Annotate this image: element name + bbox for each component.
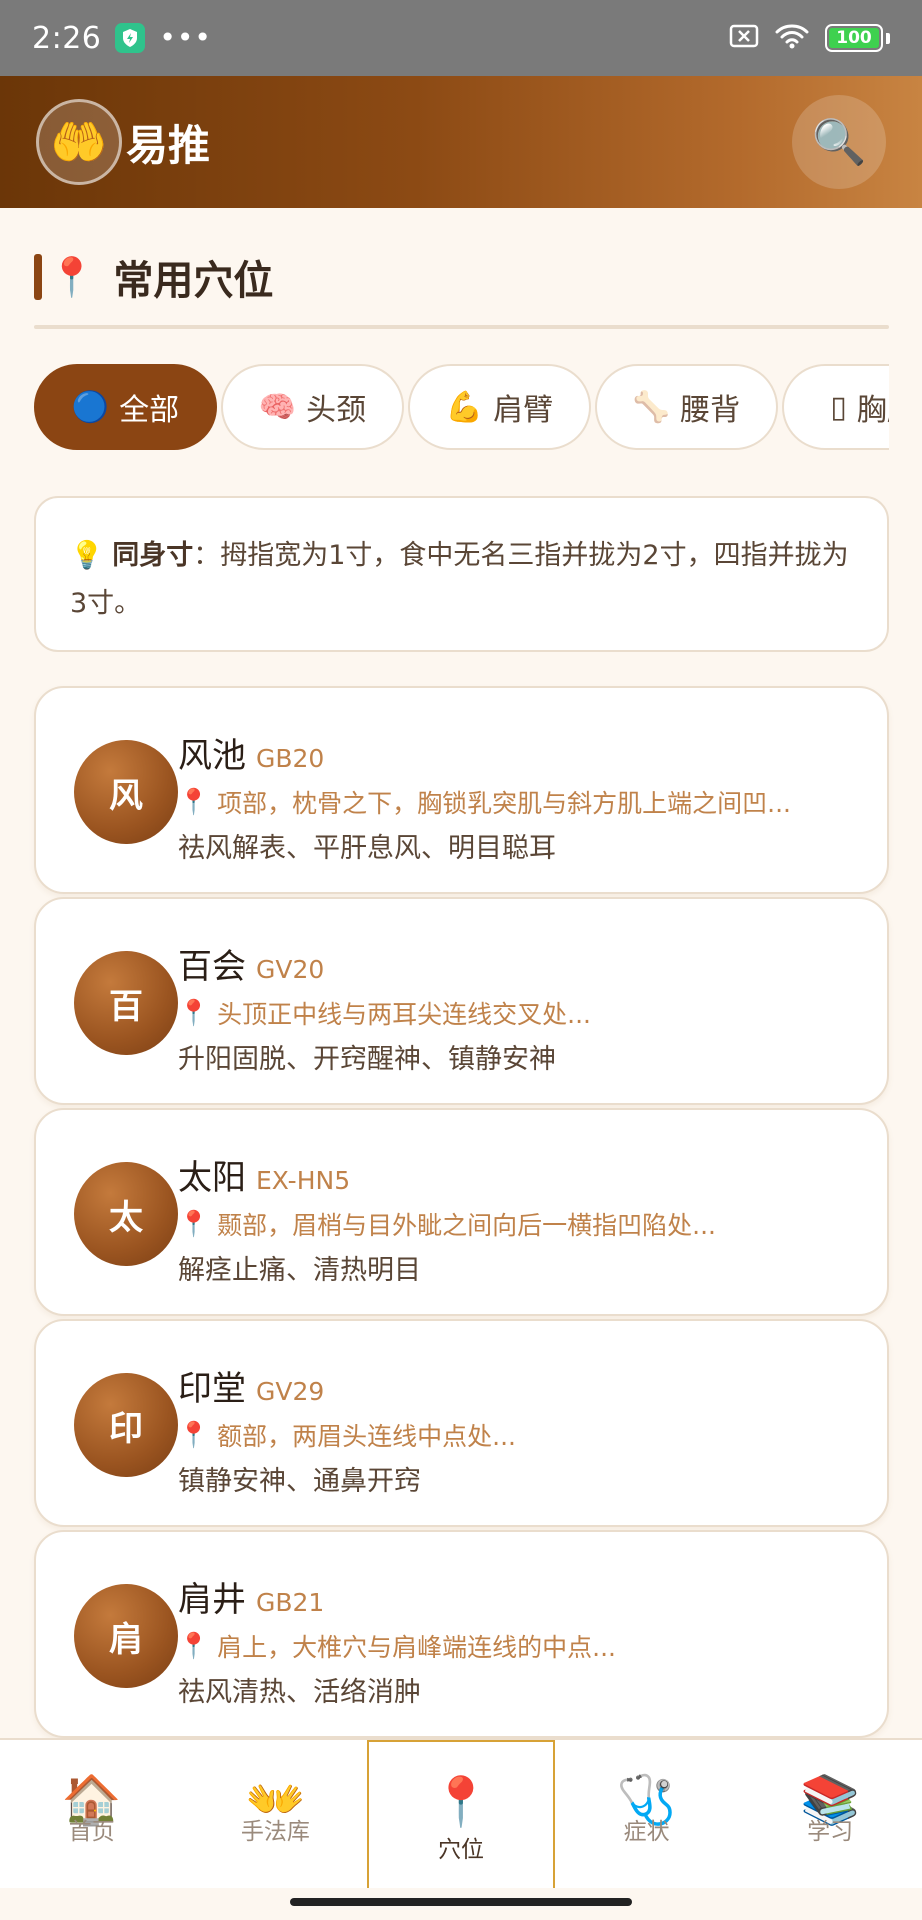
bone-icon: 🦴 [632, 389, 671, 425]
acupoint-avatar: 印 [74, 1373, 178, 1477]
flexed-arm-icon: 💪 [445, 389, 484, 425]
acupoint-card-yintang[interactable]: 印 印堂 GV29 📍 额部，两眉头连线中点处... 镇静安神、通鼻开窍 [34, 1319, 889, 1527]
category-chip-shoulder-arm[interactable]: 💪 肩臂 [408, 364, 591, 450]
acupoint-name: 肩井 [178, 1580, 246, 1620]
acupoint-effect: 祛风解表、平肝息风、明目聪耳 [178, 833, 556, 864]
acupoint-card-baihui[interactable]: 百 百会 GV20 📍 头顶正中线与两耳尖连线交叉处... 升阳固脱、开窍醒神、… [34, 897, 889, 1105]
nav-item-symptoms[interactable]: 🩺 症状 [555, 1740, 739, 1888]
nav-item-home[interactable]: 🏠 首页 [0, 1740, 184, 1888]
acupoint-card-taiyang[interactable]: 太 太阳 EX-HN5 📍 颞部，眉梢与目外眦之间向后一横指凹陷处... 解痉止… [34, 1108, 889, 1316]
search-button[interactable]: 🔍 [792, 95, 886, 189]
category-filter: 🔵 全部 🧠 头颈 💪 肩臂 🦴 腰背 ▯ 胸腹 [34, 364, 889, 450]
chip-label: 肩臂 [493, 393, 554, 428]
acupoint-location: 额部，两眉头连线中点处... [217, 1422, 516, 1451]
section-accent-bar [34, 254, 42, 300]
acupoint-location: 项部，枕骨之下，胸锁乳突肌与斜方肌上端之间凹... [217, 789, 791, 818]
nav-label: 首页 [68, 1819, 115, 1845]
bottom-nav: 🏠 首页 👐 手法库 📍 穴位 🩺 症状 📚 学习 [0, 1738, 922, 1888]
section-header: 📍 常用穴位 [34, 248, 273, 306]
acupoint-name: 百会 [178, 947, 246, 987]
acupoint-effect: 升阳固脱、开窍醒神、镇静安神 [178, 1044, 556, 1075]
pin-icon: 📍 [178, 998, 210, 1027]
nav-label: 手法库 [240, 1819, 310, 1845]
notification-dots: ••• [159, 21, 212, 54]
pin-icon: 📍 [431, 1774, 491, 1830]
nav-item-acupoints[interactable]: 📍 穴位 [367, 1740, 555, 1888]
nav-label: 症状 [623, 1819, 670, 1845]
home-indicator[interactable] [290, 1898, 632, 1906]
chip-label: 全部 [119, 393, 180, 428]
nav-item-techniques[interactable]: 👐 手法库 [184, 1740, 368, 1888]
battery-icon: 100 [825, 24, 883, 52]
shield-app-icon [115, 23, 146, 53]
acupoint-avatar: 肩 [74, 1584, 178, 1688]
app-logo-hands-icon: 🤲 [36, 99, 122, 185]
acupoint-effect: 镇静安神、通鼻开窍 [178, 1466, 421, 1497]
acupoint-avatar: 风 [74, 740, 178, 844]
category-chip-head-neck[interactable]: 🧠 头颈 [221, 364, 404, 450]
acupoint-avatar: 百 [74, 951, 178, 1055]
status-time: 2:26 [32, 20, 102, 56]
acupoint-effect: 祛风清热、活络消肿 [178, 1677, 421, 1708]
chip-label: 头颈 [306, 393, 367, 428]
acupoint-card-jianjing[interactable]: 肩 肩井 GB21 📍 肩上，大椎穴与肩峰端连线的中点... 祛风清热、活络消肿 [34, 1530, 889, 1738]
acupoint-code: GV29 [256, 1377, 325, 1406]
pin-icon: 📍 [178, 1631, 210, 1660]
acupoint-avatar: 太 [74, 1162, 178, 1266]
pin-icon: 📍 [178, 1420, 210, 1449]
nav-label: 学习 [807, 1819, 854, 1845]
status-bar: 2:26 ••• 100 [0, 0, 922, 76]
acupoint-code: GB20 [256, 744, 325, 773]
tip-term: 同身寸 [112, 540, 194, 571]
nav-label: 穴位 [437, 1837, 484, 1863]
app-title: 易推 [126, 120, 211, 170]
acupoint-card-fengchi[interactable]: 风 风池 GB20 📍 项部，枕骨之下，胸锁乳突肌与斜方肌上端之间凹... 祛风… [34, 686, 889, 894]
nav-item-learn[interactable]: 📚 学习 [738, 1740, 922, 1888]
pin-icon: 📍 [48, 254, 96, 299]
pin-icon: 📍 [178, 787, 210, 816]
acupoint-name: 太阳 [178, 1158, 246, 1198]
pin-icon: 📍 [178, 1209, 210, 1238]
tip-card: 💡 同身寸：拇指宽为1寸，食中无名三指并拢为2寸，四指并拢为3寸。 [34, 496, 889, 652]
blue-circle-icon: 🔵 [71, 389, 110, 425]
chip-label: 腰背 [680, 393, 741, 428]
brain-icon: 🧠 [258, 389, 297, 425]
chip-label: 胸腹 [856, 393, 889, 428]
acupoint-code: EX-HN5 [256, 1166, 351, 1195]
wifi-icon [775, 23, 809, 53]
category-chip-all[interactable]: 🔵 全部 [34, 364, 217, 450]
category-chip-waist-back[interactable]: 🦴 腰背 [595, 364, 778, 450]
missing-glyph-icon: ▯ [830, 389, 847, 425]
search-icon: 🔍 [811, 117, 867, 168]
acupoint-code: GV20 [256, 955, 325, 984]
acupoint-location: 颞部，眉梢与目外眦之间向后一横指凹陷处... [217, 1211, 716, 1240]
lightbulb-icon: 💡 [70, 540, 104, 571]
section-title: 常用穴位 [113, 258, 274, 304]
status-indicators: 100 [729, 23, 890, 53]
acupoint-location: 头顶正中线与两耳尖连线交叉处... [217, 1000, 591, 1029]
acupoint-location: 肩上，大椎穴与肩峰端连线的中点... [217, 1633, 616, 1662]
acupoint-name: 风池 [178, 736, 246, 776]
section-divider [34, 325, 889, 329]
sim-off-icon [729, 24, 759, 52]
category-chip-chest-abdomen[interactable]: ▯ 胸腹 [782, 364, 889, 450]
acupoint-code: GB21 [256, 1588, 325, 1617]
app-header: 🤲 易推 🔍 [0, 76, 922, 208]
battery-level: 100 [836, 28, 872, 48]
acupoint-effect: 解痉止痛、清热明目 [178, 1255, 421, 1286]
acupoint-name: 印堂 [178, 1369, 246, 1409]
